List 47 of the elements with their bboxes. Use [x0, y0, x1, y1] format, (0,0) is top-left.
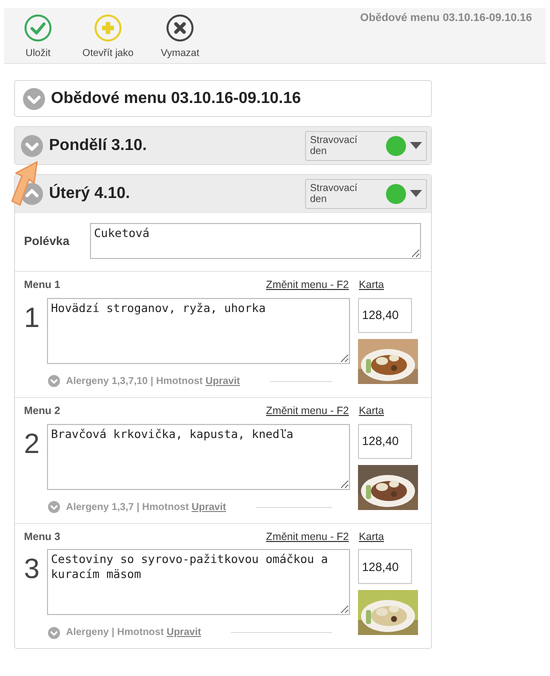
card-link[interactable]: Karta: [358, 530, 384, 546]
dish-field[interactable]: Hovädzí stroganov, ryža, uhorka: [47, 298, 350, 364]
menu-number: 2: [24, 430, 41, 460]
allergen-info: Alergeny 1,3,7 | Hmotnost Upravit: [66, 500, 226, 514]
soup-field[interactable]: Cuketová: [90, 223, 421, 259]
caret-icon: [410, 190, 422, 197]
menu-label: Menu 3: [24, 530, 62, 544]
week-title: Obědové menu 03.10.16-09.10.16: [51, 88, 301, 108]
change-menu-link[interactable]: Změnit menu - F2: [266, 278, 349, 294]
menu-label: Menu 2: [24, 404, 62, 419]
expand-icon: [48, 501, 60, 513]
toolbar-button[interactable]: Otevřít jako: [72, 8, 144, 63]
price-field[interactable]: 128,40: [358, 549, 412, 584]
change-menu-link[interactable]: Změnit menu - F2: [266, 404, 349, 420]
allergen-info: Alergeny | Hmotnost Upravit: [66, 626, 202, 640]
toolbar-button[interactable]: Vymazat: [152, 8, 208, 63]
check-icon: [24, 14, 52, 42]
expand-icon: [48, 626, 60, 639]
dish-field[interactable]: Bravčová krkovička, kapusta, knedľa: [47, 424, 350, 490]
expand-icon: [48, 375, 60, 388]
page-title: Obědové menu 03.10.16-09.10.16: [360, 11, 532, 26]
close-icon: [166, 14, 194, 42]
plus-icon: [94, 14, 122, 42]
menu-number: 3: [24, 555, 41, 586]
price-field[interactable]: 128,40: [358, 298, 412, 333]
callout-arrow: [10, 161, 39, 207]
card-link[interactable]: Karta: [358, 404, 384, 420]
allergen-info: Alergeny 1,3,7,10 | Hmotnost Upravit: [66, 374, 240, 389]
menu-number: 1: [24, 304, 41, 335]
status-dropdown[interactable]: Stravovací den: [305, 130, 427, 160]
edit-link[interactable]: Upravit: [192, 502, 226, 512]
card-link[interactable]: Karta: [358, 278, 384, 294]
change-menu-link[interactable]: Změnit menu - F2: [266, 530, 349, 546]
menu-label: Menu 1: [24, 278, 62, 293]
toolbar-button[interactable]: Uložit: [14, 8, 62, 63]
status-dropdown[interactable]: Stravovací den: [305, 178, 427, 208]
edit-link[interactable]: Upravit: [206, 376, 240, 387]
day-title: Pondělí 3.10.: [49, 136, 148, 156]
day-header[interactable]: Úterý 4.10. Stravovací den: [15, 175, 431, 212]
day-header[interactable]: Pondělí 3.10. Stravovací den: [15, 127, 431, 164]
price-field[interactable]: 128,40: [358, 424, 412, 458]
soup-label: Polévka: [24, 233, 70, 250]
edit-link[interactable]: Upravit: [166, 627, 202, 638]
day-title: Úterý 4.10.: [49, 182, 131, 204]
caret-icon: [410, 142, 422, 149]
dish-field[interactable]: Cestoviny so syrovo-pažitkovou omáčkou a kuracím mäsom: [47, 549, 350, 616]
week-header[interactable]: Obědové menu 03.10.16-09.10.16: [14, 80, 432, 117]
